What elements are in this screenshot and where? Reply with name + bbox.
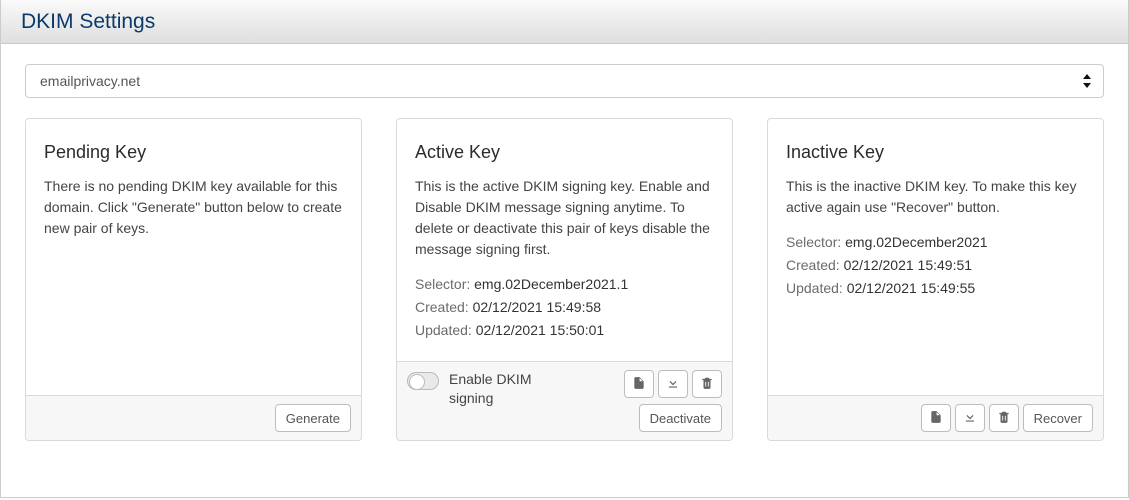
pending-key-card: Pending Key There is no pending DKIM key… <box>25 118 362 441</box>
pending-footer-right: Generate <box>275 404 351 432</box>
active-card-footer: Enable DKIM signing <box>397 361 732 440</box>
inactive-selector-value: emg.02December2021 <box>845 234 987 250</box>
inactive-updated-value: 02/12/2021 15:49:55 <box>847 280 975 296</box>
enable-signing-label: Enable DKIM signing <box>449 370 547 408</box>
active-footer-right: Deactivate <box>624 370 722 432</box>
download-icon <box>963 410 977 427</box>
sort-icon <box>1083 74 1093 88</box>
trash-icon <box>700 376 714 393</box>
active-selector-label: Selector: <box>415 276 470 292</box>
inactive-card-title: Inactive Key <box>786 139 1085 166</box>
file-icon <box>929 410 943 427</box>
inactive-card-body: Inactive Key This is the inactive DKIM k… <box>768 119 1103 395</box>
inactive-card-desc: This is the inactive DKIM key. To make t… <box>786 176 1085 218</box>
download-icon <box>666 376 680 393</box>
enable-signing-toggle-wrap: Enable DKIM signing <box>407 370 547 408</box>
active-updated-label: Updated: <box>415 322 472 338</box>
cards-row: Pending Key There is no pending DKIM key… <box>25 118 1104 441</box>
inactive-delete-button[interactable] <box>989 404 1019 432</box>
active-card-title: Active Key <box>415 139 714 166</box>
active-updated-value: 02/12/2021 15:50:01 <box>476 322 604 338</box>
inactive-selector-row: Selector: emg.02December2021 <box>786 232 1085 253</box>
page-title: DKIM Settings <box>21 10 155 34</box>
active-created-value: 02/12/2021 15:49:58 <box>473 299 601 315</box>
header-bar: DKIM Settings <box>1 0 1128 44</box>
inactive-created-row: Created: 02/12/2021 15:49:51 <box>786 255 1085 276</box>
pending-card-footer: Generate <box>26 395 361 440</box>
recover-button[interactable]: Recover <box>1023 404 1093 432</box>
inactive-download-button[interactable] <box>955 404 985 432</box>
content-area: emailprivacy.net Pending Key There is no… <box>1 44 1128 461</box>
inactive-selector-label: Selector: <box>786 234 841 250</box>
active-key-card: Active Key This is the active DKIM signi… <box>396 118 733 441</box>
domain-select[interactable]: emailprivacy.net <box>25 64 1104 98</box>
active-view-button[interactable] <box>624 370 654 398</box>
active-icon-row <box>624 370 722 398</box>
active-download-button[interactable] <box>658 370 688 398</box>
inactive-view-button[interactable] <box>921 404 951 432</box>
active-created-row: Created: 02/12/2021 15:49:58 <box>415 297 714 318</box>
generate-button[interactable]: Generate <box>275 404 351 432</box>
inactive-created-label: Created: <box>786 257 840 273</box>
active-selector-value: emg.02December2021.1 <box>474 276 628 292</box>
pending-card-desc: There is no pending DKIM key available f… <box>44 176 343 239</box>
active-selector-row: Selector: emg.02December2021.1 <box>415 274 714 295</box>
enable-signing-toggle[interactable] <box>407 372 439 390</box>
inactive-created-value: 02/12/2021 15:49:51 <box>844 257 972 273</box>
active-card-desc: This is the active DKIM signing key. Ena… <box>415 176 714 260</box>
active-card-body: Active Key This is the active DKIM signi… <box>397 119 732 361</box>
file-icon <box>632 376 646 393</box>
inactive-key-card: Inactive Key This is the inactive DKIM k… <box>767 118 1104 441</box>
active-created-label: Created: <box>415 299 469 315</box>
active-delete-button[interactable] <box>692 370 722 398</box>
inactive-footer-right: Recover <box>921 404 1093 432</box>
inactive-card-footer: Recover <box>768 395 1103 440</box>
inactive-updated-row: Updated: 02/12/2021 15:49:55 <box>786 278 1085 299</box>
page-container: DKIM Settings emailprivacy.net Pending K… <box>0 0 1129 498</box>
pending-card-title: Pending Key <box>44 139 343 166</box>
inactive-updated-label: Updated: <box>786 280 843 296</box>
deactivate-button[interactable]: Deactivate <box>639 404 722 432</box>
pending-card-body: Pending Key There is no pending DKIM key… <box>26 119 361 395</box>
trash-icon <box>997 410 1011 427</box>
domain-select-value: emailprivacy.net <box>40 73 140 89</box>
active-updated-row: Updated: 02/12/2021 15:50:01 <box>415 320 714 341</box>
